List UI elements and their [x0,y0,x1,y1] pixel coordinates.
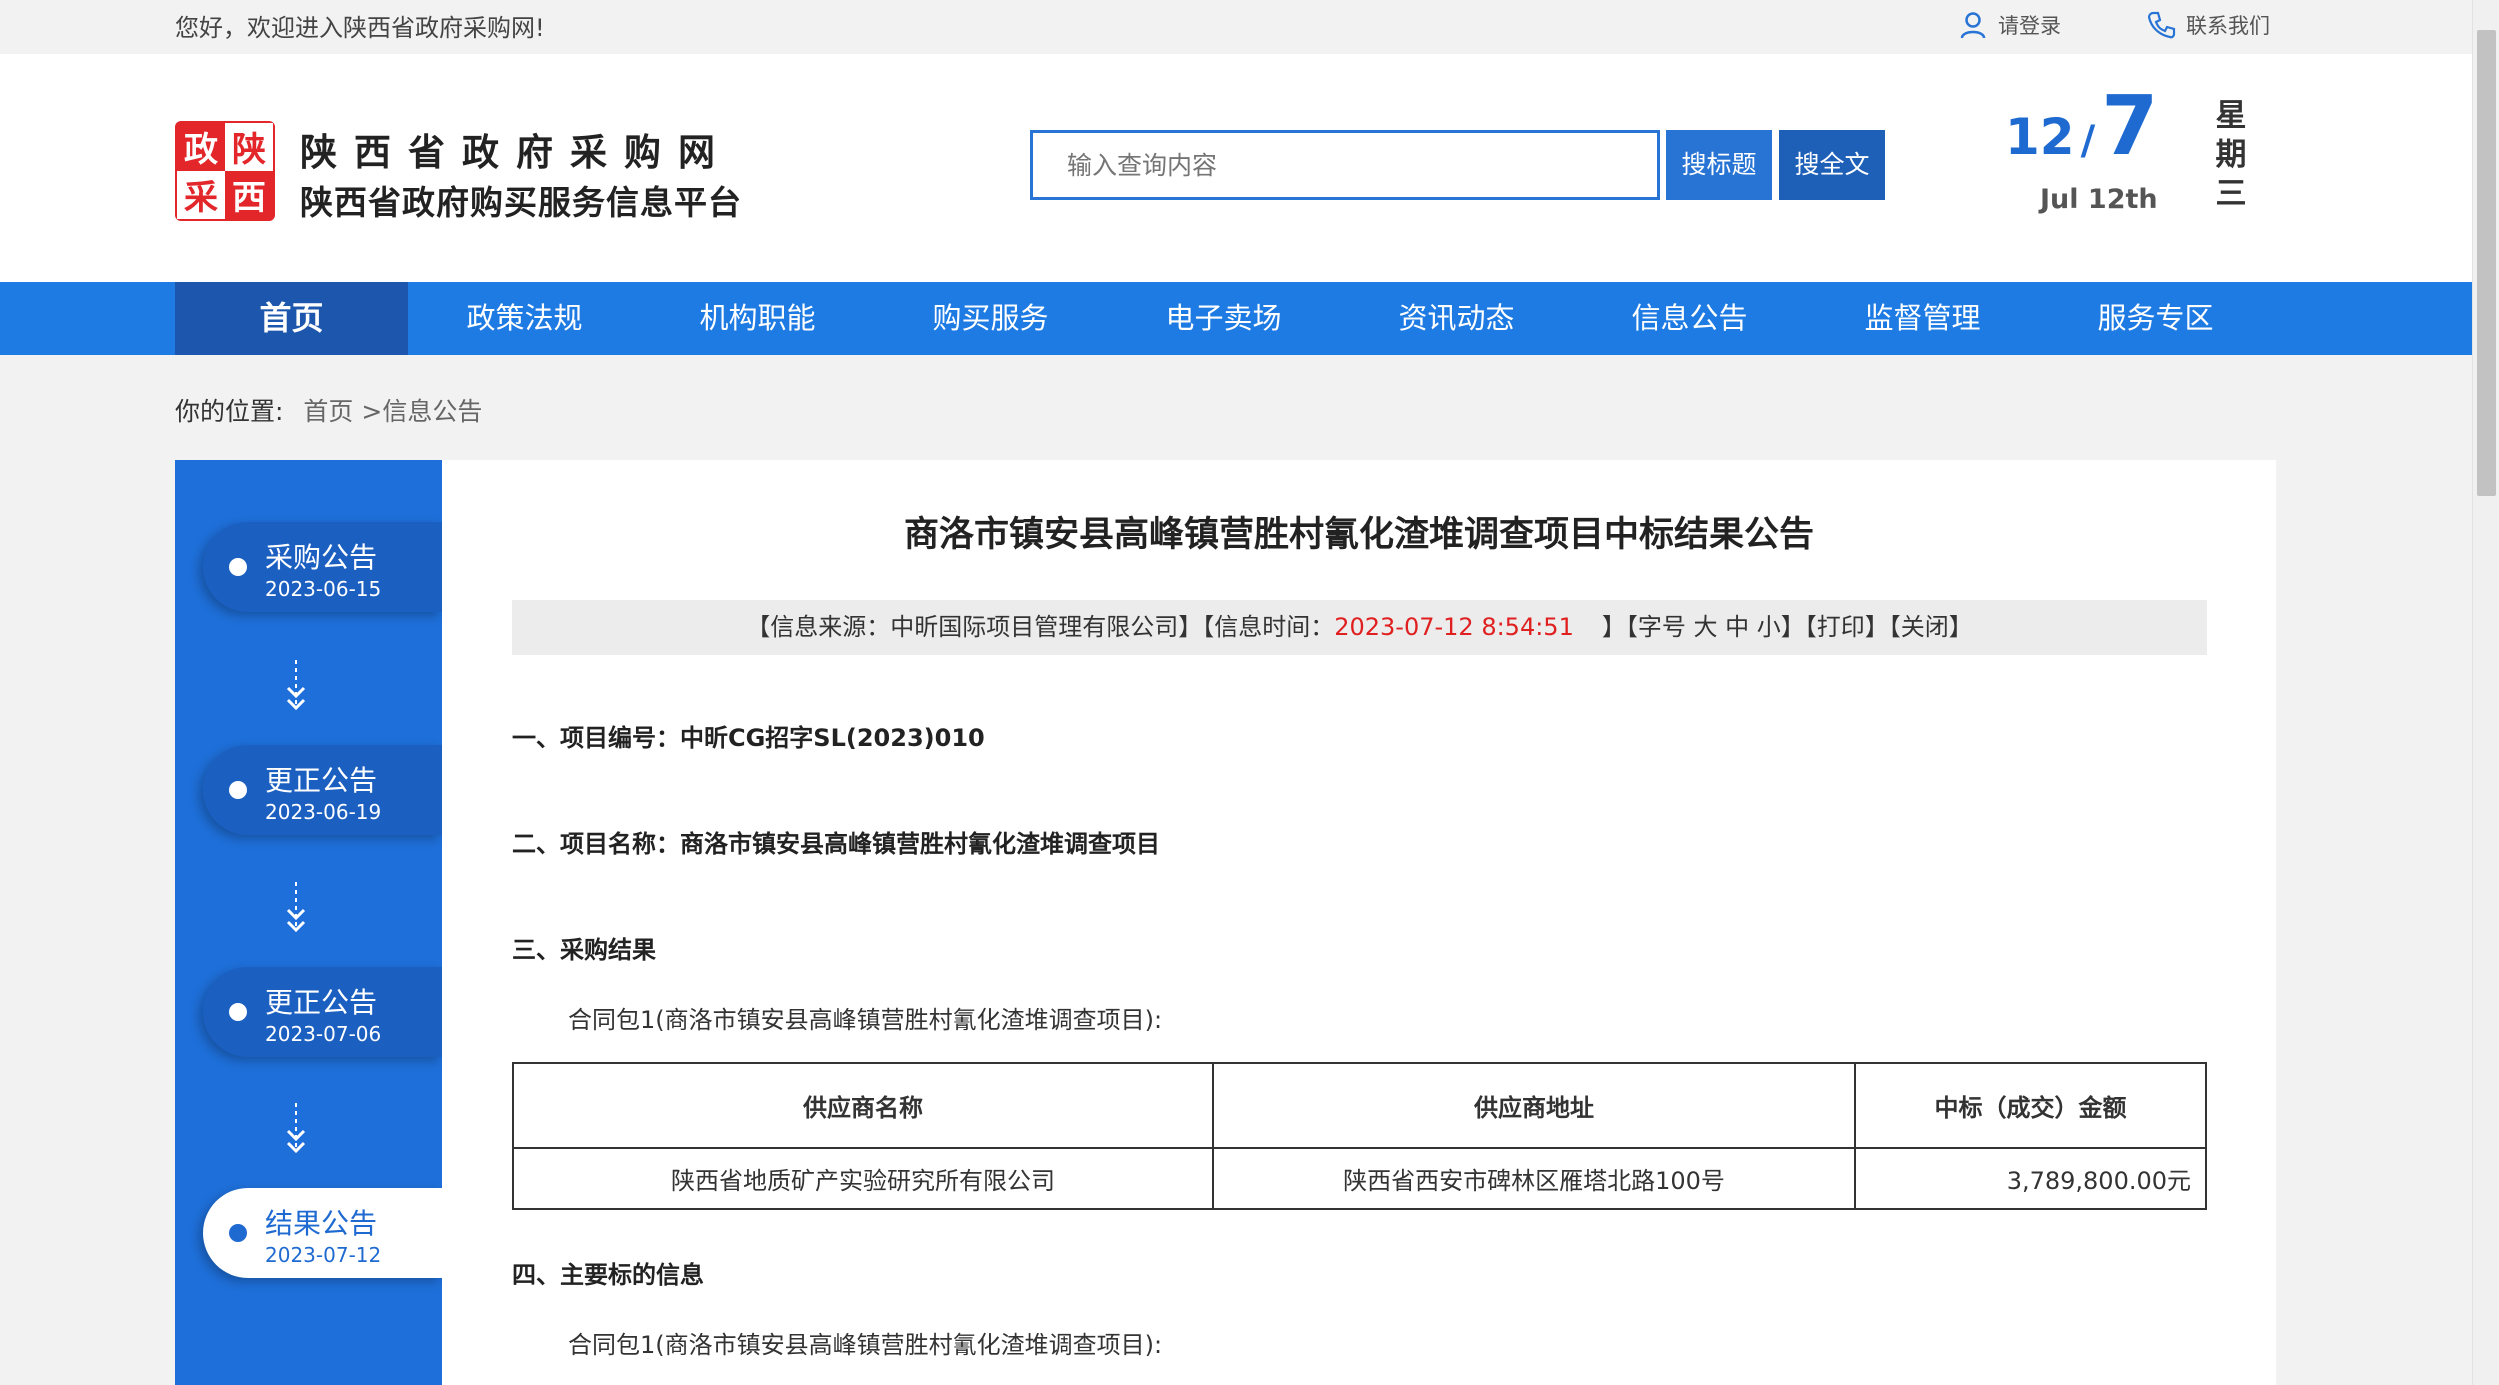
site-header: 政 陕 采 西 陕西省政府采购网 陕西省政府购买服务信息平台 搜标题 搜全文 1… [0,54,2472,282]
info-source: 【信息来源：中昕国际项目管理有限公司】【信息时间： [746,613,1335,641]
site-logo[interactable]: 政 陕 采 西 [175,121,275,221]
timeline-item-correction-2[interactable]: 更正公告 2023-07-06 [203,967,442,1057]
chevron-down-icon [286,1103,306,1154]
nav-item-service-zone[interactable]: 服务专区 [2039,282,2272,355]
weekday-char-2: 期 [2215,137,2247,173]
chevron-down-icon [286,882,306,933]
col-supplier-address: 供应商地址 [1212,1062,1856,1149]
nav-item-e-mall[interactable]: 电子卖场 [1107,282,1340,355]
weekday-char-1: 星 [2215,98,2247,134]
nav-item-news[interactable]: 资讯动态 [1340,282,1573,355]
announcement-timeline: 采购公告 2023-06-15 更正公告 2023-06-19 更正公告 202… [175,460,442,1385]
article-title: 商洛市镇安县高峰镇营胜村氰化渣堆调查项目中标结果公告 [903,515,1814,555]
nav-item-policy[interactable]: 政策法规 [408,282,641,355]
timeline-dot [229,781,247,799]
date-day: 7 [2101,79,2159,174]
page-scrollbar[interactable] [2472,0,2499,1385]
bid-amount-cell: 3,789,800.00元 [1854,1147,2207,1210]
info-time: 2023-07-12 8:54:51 [1334,613,1574,641]
result-table: 供应商名称 供应商地址 中标（成交）金额 陕西省地质矿产实验研究所有限公司 陕西… [512,1062,2207,1210]
timeline-item-correction-1[interactable]: 更正公告 2023-06-19 [203,745,442,835]
timeline-date: 2023-06-19 [265,800,382,824]
section-project-name: 二、项目名称：商洛市镇安县高峰镇营胜村氰化渣堆调查项目 [512,830,1160,858]
top-bar: 您好，欢迎进入陕西省政府采购网! 请登录 联系我们 [0,0,2472,54]
breadcrumb-current-link[interactable]: 信息公告 [382,397,482,426]
timeline-item-result[interactable]: 结果公告 2023-07-12 [203,1188,442,1278]
timeline-date: 2023-06-15 [265,577,382,601]
timeline-title: 采购公告 [265,541,378,574]
weekday: 星 期 三 [2213,97,2249,214]
login-link[interactable]: 请登录 [1958,10,2061,40]
package-label-2: 合同包1(商洛市镇安县高峰镇营胜村氰化渣堆调查项目): [568,1331,1163,1359]
site-subtitle: 陕西省政府购买服务信息平台 [300,183,742,222]
timeline-dot [229,1224,247,1242]
supplier-name-cell: 陕西省地质矿产实验研究所有限公司 [512,1147,1214,1210]
user-icon [1960,12,1986,39]
logo-char-1: 政 [184,130,218,170]
col-supplier-name: 供应商名称 [512,1062,1214,1149]
nav-item-purchase-service[interactable]: 购买服务 [874,282,1107,355]
logo-char-2: 陕 [232,130,266,170]
info-bracket: 】 [1780,613,1805,641]
table-header-row: 供应商名称 供应商地址 中标（成交）金额 [512,1062,2207,1149]
contact-link[interactable]: 联系我们 [2146,10,2270,40]
font-size-large-link[interactable]: 大 [1693,613,1717,641]
breadcrumb-label: 你的位置: [175,397,284,426]
breadcrumb: 你的位置: 首页 >信息公告 [175,392,482,428]
col-bid-amount: 中标（成交）金额 [1854,1062,2207,1149]
font-size-small-link[interactable]: 小 [1757,613,1781,641]
search-input[interactable] [1030,130,1660,200]
breadcrumb-home-link[interactable]: 首页 [303,397,353,426]
timeline-date: 2023-07-12 [265,1243,382,1267]
login-label: 请登录 [1998,14,2061,38]
section-main-subject: 四、主要标的信息 [512,1261,704,1289]
timeline-date: 2023-07-06 [265,1022,382,1046]
close-link[interactable]: 【关闭】 [1889,613,1973,641]
contact-label: 联系我们 [2186,14,2270,38]
section-project-number: 一、项目编号：中昕CG招字SL(2023)010 [512,724,985,752]
table-row: 陕西省地质矿产实验研究所有限公司 陕西省西安市碑林区雁塔北路100号 3,789… [512,1147,2207,1210]
welcome-text: 您好，欢迎进入陕西省政府采购网! [175,14,545,42]
nav-item-announcements[interactable]: 信息公告 [1573,282,1806,355]
section-procurement-result: 三、采购结果 [512,936,656,964]
logo-char-4: 西 [232,178,266,218]
nav-item-institutions[interactable]: 机构职能 [641,282,874,355]
supplier-address-cell: 陕西省西安市碑林区雁塔北路100号 [1212,1147,1856,1210]
logo-char-3: 采 [184,178,218,218]
phone-icon [2147,11,2176,39]
search-fulltext-button[interactable]: 搜全文 [1779,130,1885,200]
search-title-button[interactable]: 搜标题 [1666,130,1772,200]
timeline-title: 更正公告 [265,764,378,797]
main-nav: 首页 政策法规 机构职能 购买服务 电子卖场 资讯动态 信息公告 监督管理 服务… [0,282,2472,355]
date-slash: / [2080,118,2096,164]
breadcrumb-separator: > [353,397,383,426]
date-english: Jul 12th [2040,184,2158,215]
info-font-size-label: 】【字号 [1601,613,1686,641]
font-size-medium-link[interactable]: 中 [1725,613,1749,641]
timeline-title: 更正公告 [265,986,378,1019]
timeline-dot [229,558,247,576]
timeline-title: 结果公告 [265,1207,378,1240]
article-info-bar: 【信息来源：中昕国际项目管理有限公司】【信息时间：2023-07-12 8:54… [512,600,2207,655]
package-label: 合同包1(商洛市镇安县高峰镇营胜村氰化渣堆调查项目): [568,1006,1163,1034]
timeline-item-purchase[interactable]: 采购公告 2023-06-15 [203,522,442,612]
date-month: 12 [2005,108,2075,166]
date-display: 12/7 [2005,79,2158,174]
timeline-dot [229,1003,247,1021]
nav-item-home[interactable]: 首页 [175,282,408,355]
chevron-down-icon [286,660,306,711]
scrollbar-thumb[interactable] [2477,30,2496,496]
print-link[interactable]: 【打印】 [1805,613,1889,641]
article-panel: 商洛市镇安县高峰镇营胜村氰化渣堆调查项目中标结果公告 【信息来源：中昕国际项目管… [442,460,2276,1385]
nav-item-supervision[interactable]: 监督管理 [1806,282,2039,355]
weekday-char-3: 三 [2215,176,2247,212]
site-title: 陕西省政府采购网 [300,131,732,174]
